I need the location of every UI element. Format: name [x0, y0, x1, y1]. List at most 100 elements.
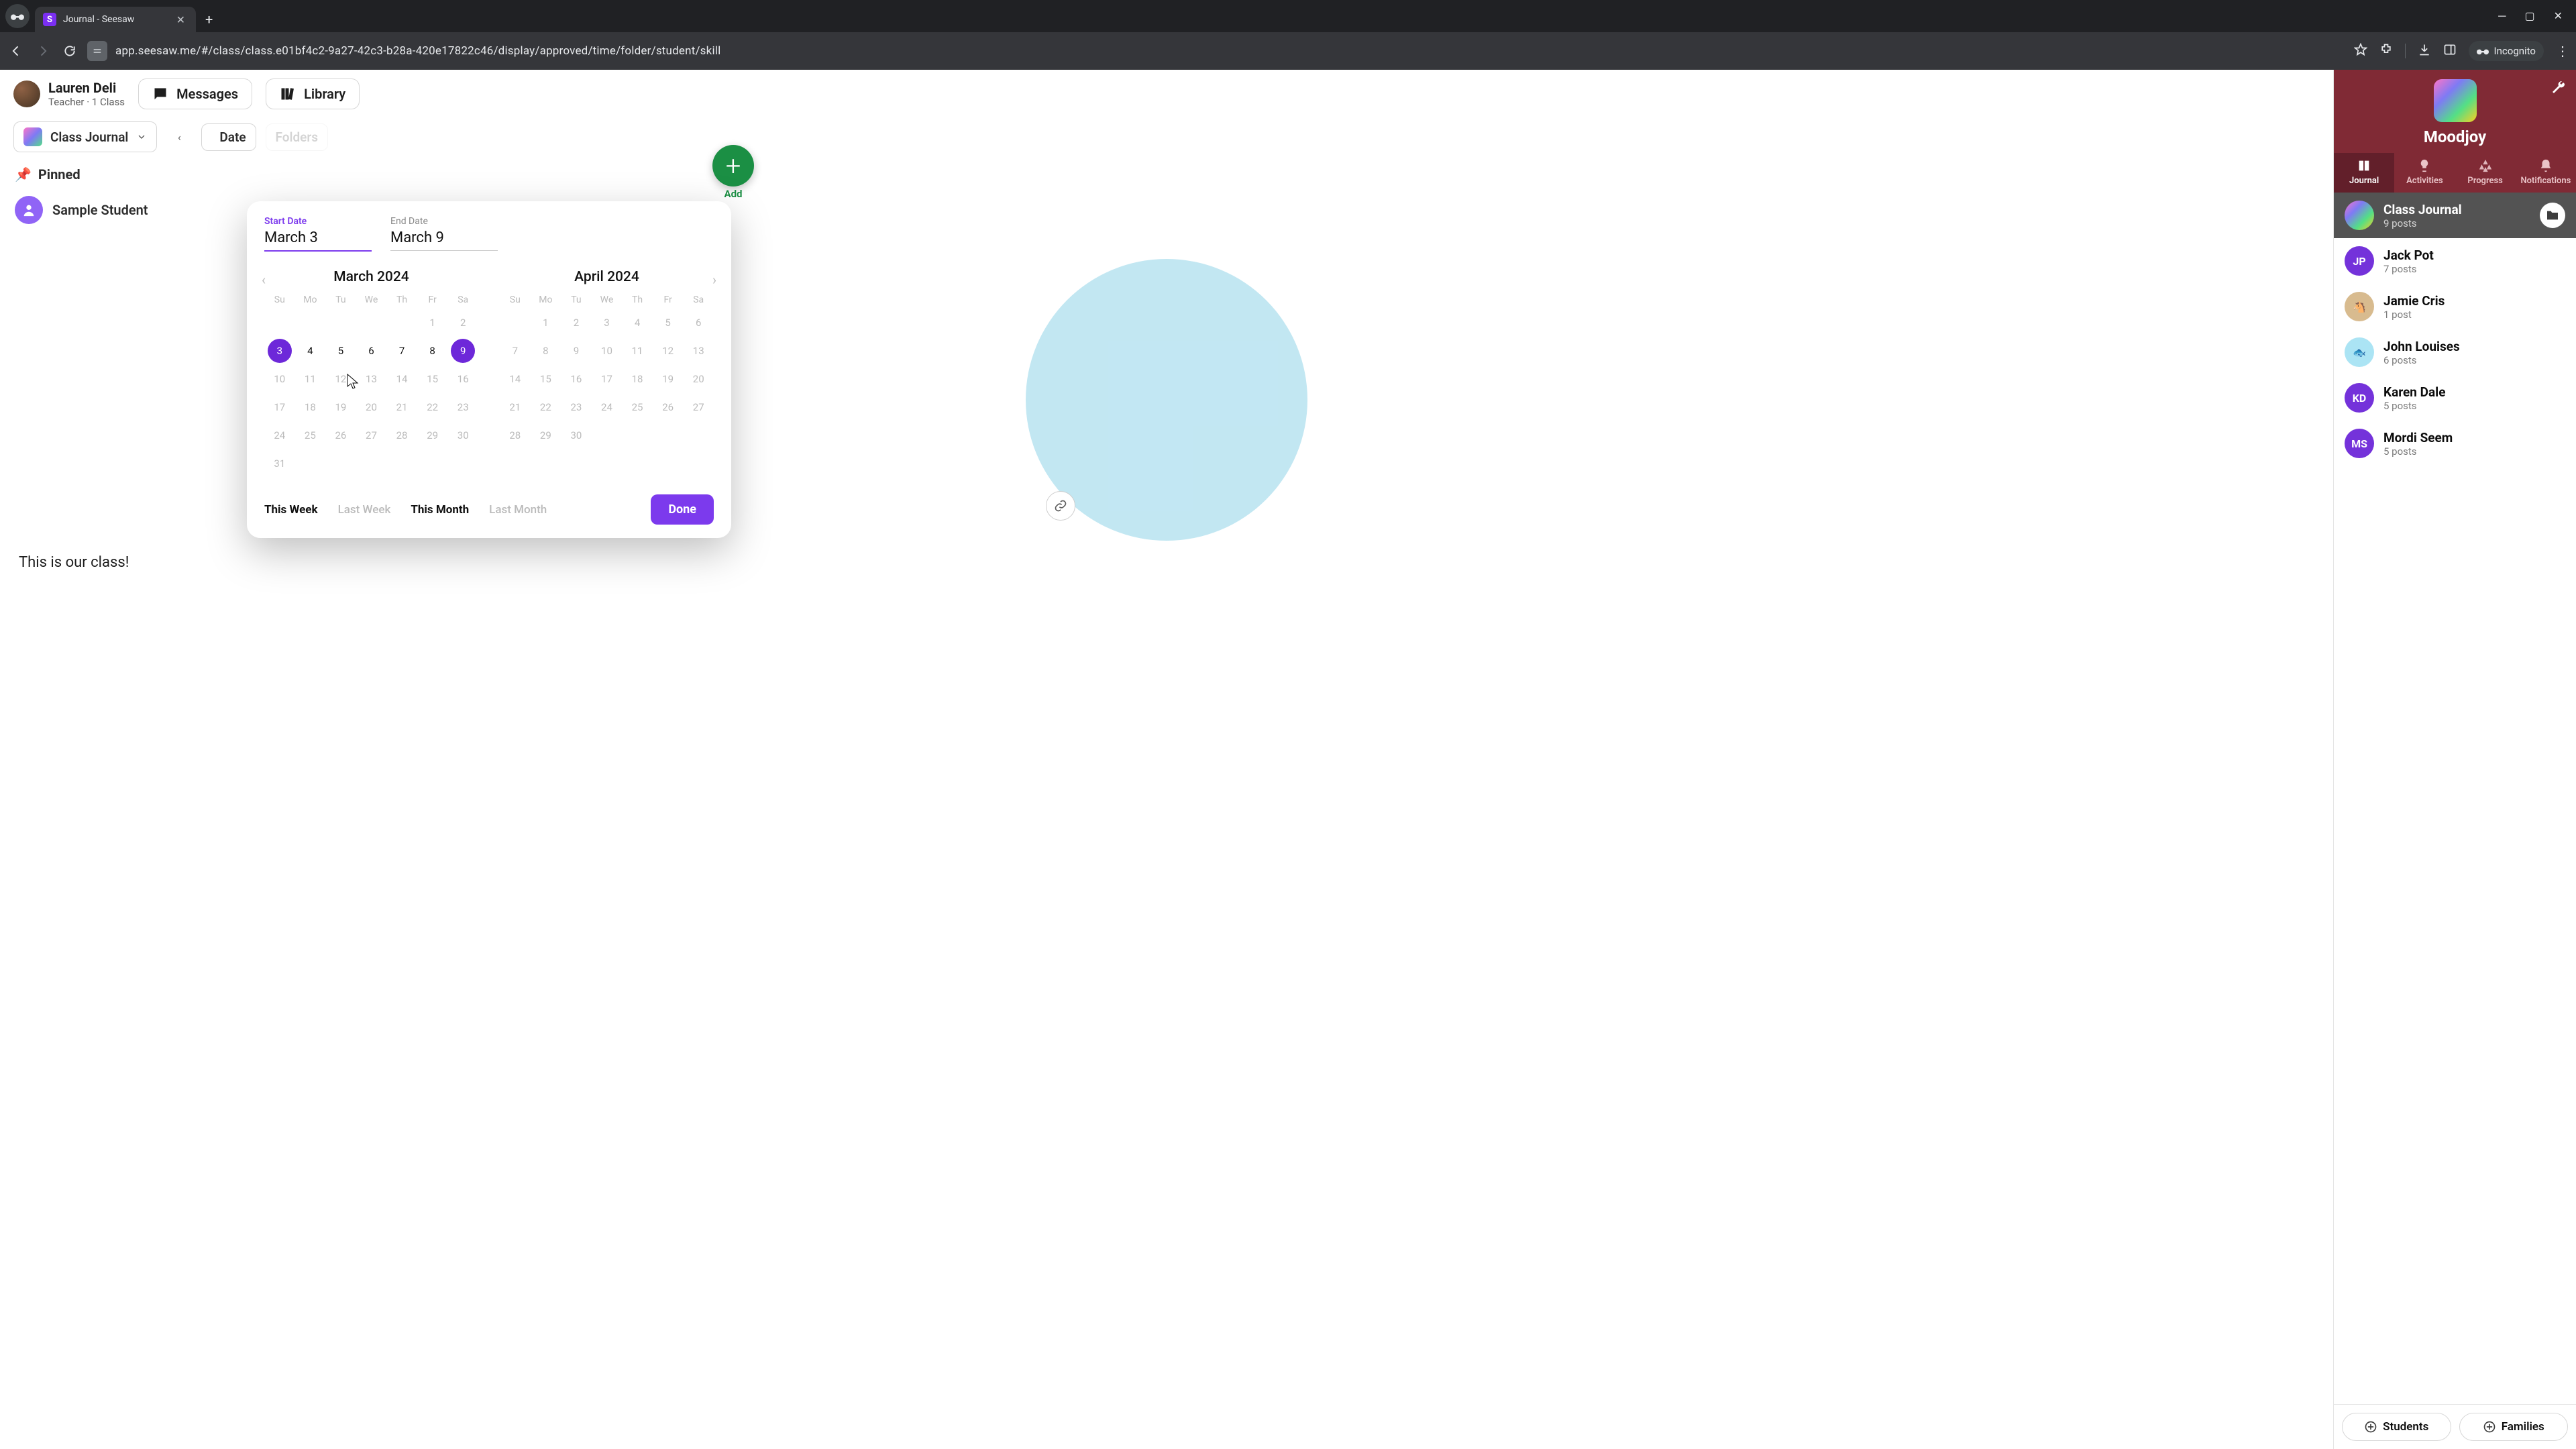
calendar-day[interactable]: 22	[531, 395, 561, 419]
calendar-day[interactable]: 4	[622, 311, 653, 335]
prev-month-button[interactable]: ‹	[262, 272, 266, 288]
close-icon[interactable]: ✕	[174, 12, 188, 28]
calendar-day[interactable]: 6	[356, 339, 387, 363]
browser-titlebar: S Journal - Seesaw ✕ + ─ ▢ ✕	[0, 0, 2576, 32]
calendar-day[interactable]: 29	[531, 423, 561, 447]
back-button[interactable]	[7, 42, 25, 60]
weekday-label: Th	[622, 294, 653, 305]
calendar-day[interactable]: 10	[264, 367, 295, 391]
weekday-label: Tu	[325, 294, 356, 305]
calendar-day[interactable]: 8	[531, 339, 561, 363]
next-month-button[interactable]: ›	[712, 272, 716, 288]
side-panel-icon[interactable]	[2443, 43, 2457, 59]
incognito-icon	[5, 4, 30, 28]
address-bar[interactable]: app.seesaw.me/#/class/class.e01bf4c2-9a2…	[115, 44, 2346, 58]
calendar-day[interactable]: 22	[417, 395, 448, 419]
date-range-picker: Start Date March 3 End Date March 9 ‹ › …	[247, 201, 731, 538]
calendar-day[interactable]: 1	[417, 311, 448, 335]
calendar-day[interactable]: 21	[500, 395, 531, 419]
calendar-day[interactable]: 23	[447, 395, 478, 419]
window-minimize-icon[interactable]: ─	[2498, 9, 2506, 23]
calendar-day[interactable]: 24	[264, 423, 295, 447]
window-close-icon[interactable]: ✕	[2554, 9, 2563, 23]
calendar-day[interactable]: 10	[592, 339, 623, 363]
calendar-day[interactable]: 20	[683, 367, 714, 391]
calendar-day[interactable]: 7	[500, 339, 531, 363]
calendar-day[interactable]: 3	[592, 311, 623, 335]
calendar-day[interactable]: 12	[653, 339, 684, 363]
calendar-day[interactable]: 17	[264, 395, 295, 419]
calendar-day[interactable]: 9	[561, 339, 592, 363]
weekday-label: Su	[500, 294, 531, 305]
new-tab-button[interactable]: +	[196, 11, 222, 28]
calendar-day[interactable]: 26	[325, 423, 356, 447]
calendar-month-left: March 2024SuMoTuWeThFrSa1234567891011121…	[264, 269, 478, 476]
reload-button[interactable]	[60, 42, 79, 60]
calendar-day[interactable]: 14	[500, 367, 531, 391]
calendar-day[interactable]: 19	[653, 367, 684, 391]
kebab-menu-icon[interactable]: ⋮	[2556, 43, 2569, 59]
window-maximize-icon[interactable]: ▢	[2524, 9, 2534, 23]
calendar-day[interactable]: 6	[683, 311, 714, 335]
calendar-day[interactable]: 7	[386, 339, 417, 363]
bookmark-icon[interactable]	[2354, 43, 2367, 59]
calendar-day[interactable]: 29	[417, 423, 448, 447]
calendar-day[interactable]: 5	[325, 339, 356, 363]
calendar-day[interactable]: 24	[592, 395, 623, 419]
calendar-day[interactable]: 3	[268, 339, 292, 363]
calendar-day[interactable]: 14	[386, 367, 417, 391]
calendar-day[interactable]: 12	[325, 367, 356, 391]
calendar-day[interactable]: 5	[653, 311, 684, 335]
calendar-day[interactable]: 13	[356, 367, 387, 391]
preset-last-week[interactable]: Last Week	[338, 503, 391, 517]
calendar-day[interactable]: 16	[447, 367, 478, 391]
calendar-day[interactable]: 25	[622, 395, 653, 419]
calendar-day[interactable]: 23	[561, 395, 592, 419]
weekday-label: Fr	[653, 294, 684, 305]
calendar-day[interactable]: 2	[447, 311, 478, 335]
calendar-day[interactable]: 30	[561, 423, 592, 447]
weekday-label: Su	[264, 294, 295, 305]
calendar-day[interactable]: 18	[295, 395, 326, 419]
start-date-field[interactable]: Start Date March 3	[264, 216, 372, 252]
forward-button	[34, 42, 52, 60]
incognito-badge[interactable]: Incognito	[2469, 41, 2544, 61]
browser-toolbar: app.seesaw.me/#/class/class.e01bf4c2-9a2…	[0, 32, 2576, 70]
preset-last-month[interactable]: Last Month	[489, 503, 547, 517]
calendar-day[interactable]: 19	[325, 395, 356, 419]
calendar-day[interactable]: 17	[592, 367, 623, 391]
weekday-label: We	[356, 294, 387, 305]
calendar-day[interactable]: 18	[622, 367, 653, 391]
calendar-day[interactable]: 30	[447, 423, 478, 447]
calendar-day[interactable]: 31	[264, 451, 295, 476]
calendar-day[interactable]: 2	[561, 311, 592, 335]
calendar-day[interactable]: 20	[356, 395, 387, 419]
calendar-day[interactable]: 25	[295, 423, 326, 447]
calendar-day[interactable]: 15	[417, 367, 448, 391]
preset-this-month[interactable]: This Month	[411, 503, 469, 517]
site-info-icon[interactable]	[87, 41, 107, 61]
calendar-day[interactable]: 27	[356, 423, 387, 447]
calendar-day[interactable]: 1	[531, 311, 561, 335]
calendar-day[interactable]: 26	[653, 395, 684, 419]
calendar-day[interactable]: 21	[386, 395, 417, 419]
calendar-day[interactable]: 28	[500, 423, 531, 447]
calendar-day[interactable]: 9	[451, 339, 475, 363]
done-button[interactable]: Done	[651, 494, 714, 525]
weekday-label: Sa	[683, 294, 714, 305]
calendar-day[interactable]: 16	[561, 367, 592, 391]
calendar-day[interactable]: 8	[417, 339, 448, 363]
end-date-field[interactable]: End Date March 9	[390, 216, 498, 252]
calendar-day[interactable]: 11	[295, 367, 326, 391]
preset-this-week[interactable]: This Week	[264, 503, 318, 517]
extensions-icon[interactable]	[2379, 43, 2393, 59]
downloads-icon[interactable]	[2418, 43, 2431, 59]
calendar-day[interactable]: 15	[531, 367, 561, 391]
browser-tab[interactable]: S Journal - Seesaw ✕	[35, 7, 196, 32]
calendar-month-right: April 2024SuMoTuWeThFrSa1234567891011121…	[500, 269, 714, 476]
calendar-day[interactable]: 13	[683, 339, 714, 363]
calendar-day[interactable]: 28	[386, 423, 417, 447]
calendar-day[interactable]: 4	[295, 339, 326, 363]
calendar-day[interactable]: 27	[683, 395, 714, 419]
calendar-day[interactable]: 11	[622, 339, 653, 363]
